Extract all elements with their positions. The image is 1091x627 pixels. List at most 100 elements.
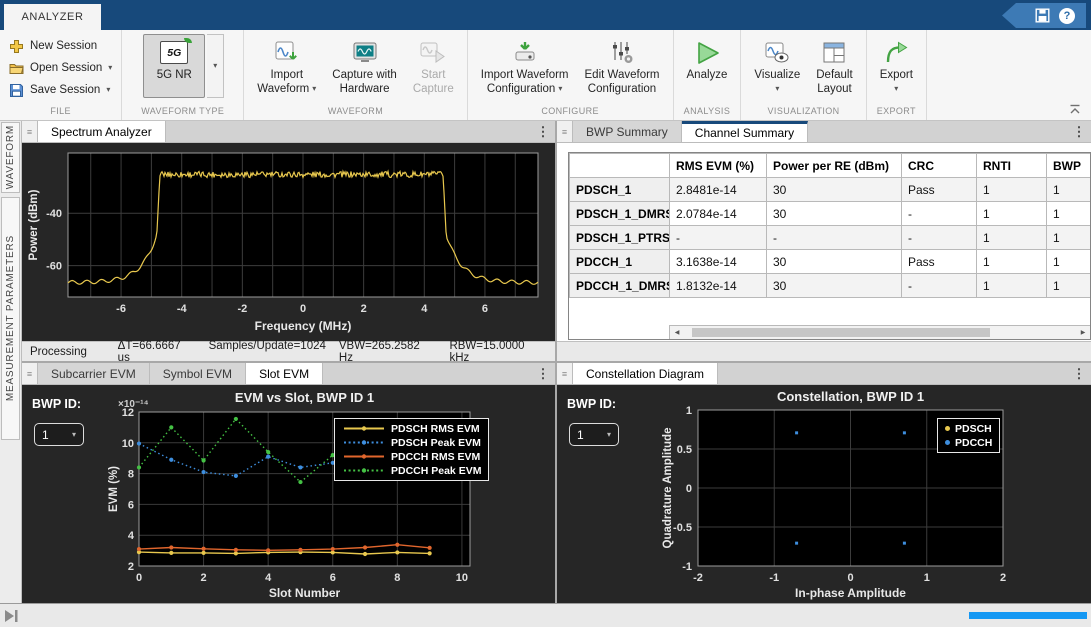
constellation-tabstrip: ≡Constellation Diagram ⋮ bbox=[557, 363, 1091, 385]
new-session-icon bbox=[9, 39, 24, 54]
scrollbar-thumb[interactable] bbox=[692, 328, 990, 337]
svg-text:-1: -1 bbox=[682, 561, 692, 573]
panel-menu-icon[interactable]: ⋮ bbox=[1067, 121, 1091, 142]
svg-text:10: 10 bbox=[122, 438, 134, 450]
svg-text:EVM vs Slot, BWP ID 1: EVM vs Slot, BWP ID 1 bbox=[235, 390, 374, 405]
svg-text:0: 0 bbox=[686, 483, 692, 495]
table-header: RNTI bbox=[977, 154, 1047, 178]
svg-text:8: 8 bbox=[128, 469, 134, 481]
table-row[interactable]: PDSCH_1_DMRS2.0784e-1430-11 bbox=[570, 202, 1091, 226]
table-cell: - bbox=[670, 226, 767, 250]
svg-text:-2: -2 bbox=[693, 572, 703, 584]
tab-subcarrier-evm[interactable]: Subcarrier EVM bbox=[38, 363, 150, 384]
import-waveform-dropdown-icon[interactable]: ▾ bbox=[312, 84, 316, 94]
ribbon-toolbar: New Session Open Session ▾ bbox=[0, 30, 1091, 121]
table-cell: 1.8132e-14 bbox=[670, 274, 767, 298]
svg-text:0: 0 bbox=[136, 572, 142, 584]
horizontal-scrollbar-thumb[interactable] bbox=[969, 612, 1087, 619]
panel-menu-icon[interactable]: ⋮ bbox=[531, 363, 555, 384]
scroll-right-icon[interactable]: ▶ bbox=[1076, 329, 1090, 336]
tab-constellation-diagram[interactable]: Constellation Diagram bbox=[573, 363, 718, 384]
table-header: Power per RE (dBm) bbox=[767, 154, 902, 178]
table-cell: - bbox=[902, 202, 977, 226]
table-row[interactable]: PDCCH_13.1638e-1430Pass11 bbox=[570, 250, 1091, 274]
visualize-button[interactable]: Visualize ▾ bbox=[746, 32, 808, 96]
expand-right-icon bbox=[3, 608, 20, 624]
capture-with-hardware-button[interactable]: Capture with Hardware bbox=[324, 32, 405, 96]
constellation-chart: Constellation, BWP ID 1-1-0.500.51-2-101… bbox=[557, 385, 1091, 603]
open-session-button[interactable]: Open Session ▾ bbox=[5, 58, 116, 78]
analyze-button[interactable]: Analyze bbox=[679, 32, 736, 96]
default-layout-button[interactable]: Default Layout bbox=[808, 32, 860, 96]
open-session-dropdown-icon[interactable]: ▾ bbox=[108, 63, 112, 73]
tab-symbol-evm[interactable]: Symbol EVM bbox=[150, 363, 246, 384]
panel-menu-icon[interactable]: ⋮ bbox=[531, 121, 555, 142]
tab-channel-summary[interactable]: Channel Summary bbox=[682, 121, 808, 142]
svg-text:-40: -40 bbox=[46, 208, 62, 220]
table-cell: 1 bbox=[1047, 178, 1091, 202]
import-waveform-button[interactable]: Import Waveform ▾ bbox=[249, 32, 324, 96]
edit-config-icon bbox=[608, 40, 636, 65]
table-row[interactable]: PDSCH_1_PTRS---11 bbox=[570, 226, 1091, 250]
sidebar-tab-waveform[interactable]: WAVEFORM bbox=[1, 122, 20, 193]
waveform-analyzer-app: ANALYZER ? New Session bbox=[0, 0, 1091, 627]
bwp-id-label: BWP ID: bbox=[567, 397, 616, 411]
bottom-dock-bar bbox=[0, 603, 1091, 627]
constellation-chart-area: BWP ID: 1 ▾ Constellation, BWP ID 1-1-0.… bbox=[557, 385, 1091, 603]
tab-spectrum-analyzer[interactable]: Spectrum Analyzer bbox=[38, 121, 166, 142]
import-config-icon bbox=[511, 40, 539, 65]
edit-waveform-configuration-button[interactable]: Edit Waveform Configuration bbox=[577, 32, 668, 96]
spectrum-status-bar: Processing ΔT=66.6667 usSamples/Update=1… bbox=[22, 341, 555, 361]
svg-text:12: 12 bbox=[122, 407, 134, 419]
bwp-id-select[interactable]: 1 ▾ bbox=[569, 423, 619, 446]
5g-nr-icon: 5G bbox=[160, 41, 188, 64]
table-row[interactable]: PDCCH_1_DMRS1.8132e-1430-11 bbox=[570, 274, 1091, 298]
help-icon[interactable]: ? bbox=[1059, 8, 1075, 24]
sidebar-tab-measurement-parameters[interactable]: MEASUREMENT PARAMETERS bbox=[1, 197, 20, 440]
channel-summary-table: RMS EVM (%)Power per RE (dBm)CRCRNTIBWPP… bbox=[568, 152, 1091, 340]
import-waveform-configuration-button[interactable]: Import Waveform Configuration ▾ bbox=[473, 32, 577, 96]
table-cell: 2.0784e-14 bbox=[670, 202, 767, 226]
group-label-visualization: VISUALIZATION bbox=[746, 104, 860, 120]
status-segment: ΔT=66.6667 us bbox=[118, 340, 196, 364]
scroll-left-icon[interactable]: ◀ bbox=[670, 329, 684, 336]
leaf-icon bbox=[184, 38, 192, 43]
panel-hamburger-icon[interactable]: ≡ bbox=[22, 121, 38, 142]
panel-hamburger-icon[interactable]: ≡ bbox=[22, 363, 38, 384]
svg-text:Quadrature Amplitude: Quadrature Amplitude bbox=[662, 428, 674, 549]
panel-hamburger-icon[interactable]: ≡ bbox=[557, 363, 573, 384]
waveform-type-dropdown-button[interactable]: ▾ bbox=[207, 34, 224, 98]
save-icon[interactable] bbox=[1035, 8, 1050, 23]
new-session-button[interactable]: New Session bbox=[5, 36, 116, 56]
svg-text:2: 2 bbox=[361, 303, 367, 315]
group-label-waveform: WAVEFORM bbox=[249, 104, 461, 120]
tab-slot-evm[interactable]: Slot EVM bbox=[246, 363, 323, 384]
tab-bwp-summary[interactable]: BWP Summary bbox=[573, 121, 682, 142]
legend-label: PDSCH bbox=[955, 423, 992, 435]
visualize-dropdown-icon[interactable]: ▾ bbox=[775, 84, 779, 94]
table-horizontal-scrollbar[interactable]: ◀ ▶ bbox=[669, 325, 1090, 339]
scrollbar-track[interactable] bbox=[684, 326, 1076, 339]
expand-panel-button[interactable] bbox=[3, 608, 20, 624]
ribbon-group-waveform-type: 5G 5G NR ▾ WAVEFORM TYPE bbox=[122, 30, 244, 120]
legend-entry: PDSCH Peak EVM bbox=[342, 436, 481, 449]
bwp-id-select[interactable]: 1 ▾ bbox=[34, 423, 84, 446]
table-cell: 30 bbox=[767, 202, 902, 226]
panel-hamburger-icon[interactable]: ≡ bbox=[557, 121, 573, 142]
table-row[interactable]: PDSCH_12.8481e-1430Pass11 bbox=[570, 178, 1091, 202]
table-cell: 1 bbox=[977, 226, 1047, 250]
evm-chart-area: BWP ID: 1 ▾ EVM vs Slot, BWP ID 1×10⁻¹⁴2… bbox=[22, 385, 555, 603]
save-session-dropdown-icon[interactable]: ▾ bbox=[106, 85, 110, 95]
export-button[interactable]: Export ▾ bbox=[872, 32, 921, 96]
analyzer-ribbon-tab[interactable]: ANALYZER bbox=[4, 4, 101, 30]
panel-menu-icon[interactable]: ⋮ bbox=[1067, 363, 1091, 384]
import-config-dropdown-icon[interactable]: ▾ bbox=[558, 84, 562, 94]
svg-text:Power (dBm): Power (dBm) bbox=[28, 189, 40, 260]
status-segment: VBW=265.2582 Hz bbox=[339, 340, 437, 364]
collapse-ribbon-button[interactable] bbox=[1069, 104, 1081, 115]
waveform-type-5gnr-button[interactable]: 5G 5G NR bbox=[143, 34, 205, 98]
save-session-button[interactable]: Save Session ▾ bbox=[5, 80, 116, 100]
legend-label: PDSCH Peak EVM bbox=[391, 437, 481, 449]
export-dropdown-icon[interactable]: ▾ bbox=[894, 84, 898, 94]
waveform-type-dropdown-icon: ▾ bbox=[213, 61, 217, 71]
